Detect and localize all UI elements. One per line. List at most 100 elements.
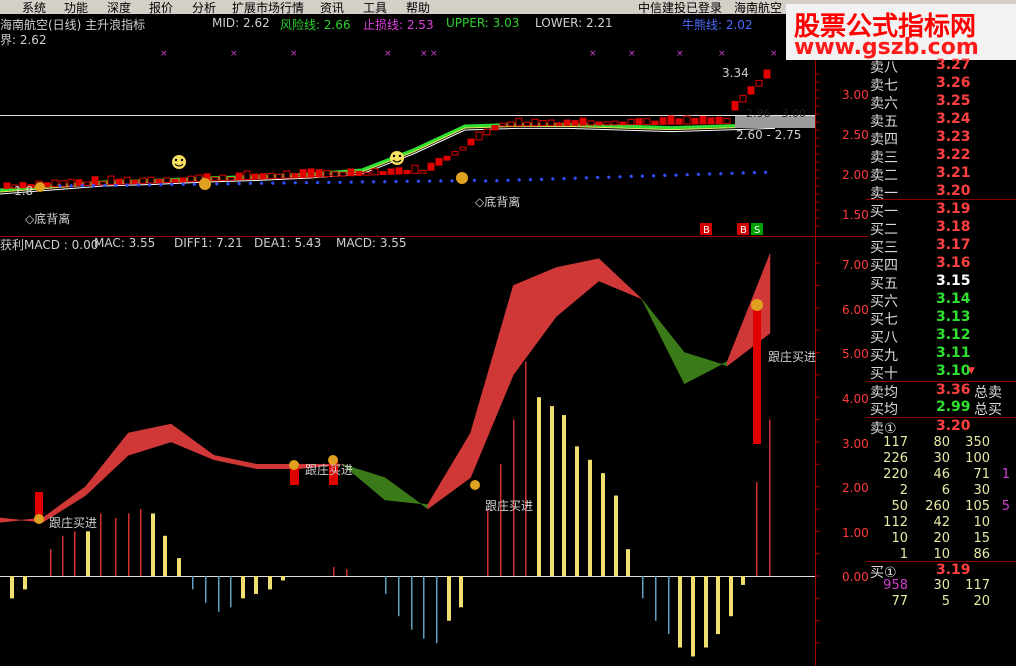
sell1-row: 卖① 3.20	[868, 418, 1016, 437]
queue-volume: 1	[1001, 467, 1010, 482]
order-level-price: 3.13	[936, 309, 971, 325]
queue-volume: 20	[933, 531, 950, 546]
y-tick: 3.00	[842, 437, 869, 451]
ask-row: 卖八 3.27	[868, 57, 1016, 76]
lower-label: LOWER: 2.21	[535, 16, 613, 30]
dot	[450, 179, 454, 183]
macd-bar	[729, 576, 733, 617]
candle	[763, 69, 771, 79]
sell-queue-row: 50 260 105 5	[868, 499, 1016, 516]
order-level-price: 3.19	[936, 201, 971, 217]
queue-volume: 220	[883, 467, 908, 482]
bid-row: 买五 3.15	[868, 273, 1016, 292]
candle	[171, 178, 179, 183]
y-tick: 5.00	[842, 347, 869, 361]
queue-volume: 71	[973, 467, 990, 482]
avg-sell-row: 卖均 3.36 总卖	[868, 382, 1016, 401]
queue-volume: 42	[933, 515, 950, 530]
order-level-price: 3.23	[936, 129, 971, 145]
candle	[691, 117, 699, 125]
candle	[131, 179, 139, 185]
queue-volume: 10	[973, 515, 990, 530]
marker-x: ×	[676, 49, 684, 59]
buy-queue-row: 958 30 117	[868, 578, 1016, 595]
queue-volume: 86	[973, 547, 990, 562]
order-level-price: 3.24	[936, 111, 971, 127]
y-tick: 4.00	[842, 392, 869, 406]
candle	[331, 171, 339, 177]
queue-volume: 30	[973, 483, 990, 498]
macd-bar	[601, 473, 605, 576]
dot	[80, 184, 84, 188]
dot	[394, 179, 398, 184]
marker-x: ×	[430, 49, 438, 59]
dot	[159, 183, 163, 187]
macd-bar	[230, 576, 232, 608]
coin-icon	[199, 178, 211, 190]
dot	[663, 173, 667, 177]
dot	[484, 179, 488, 183]
bid-row: 买九 3.11	[868, 345, 1016, 364]
candle	[179, 177, 187, 183]
order-level-price: 3.12	[936, 327, 971, 343]
marker-x: ×	[420, 49, 428, 59]
candle	[563, 119, 571, 126]
y-tick: 0.00	[842, 570, 869, 584]
low-price: 1.8	[14, 184, 34, 198]
candle	[299, 169, 307, 178]
order-level-label: 买六	[870, 294, 898, 310]
queue-volume: 226	[883, 451, 908, 466]
macd-bar	[575, 446, 579, 576]
dot	[764, 170, 768, 174]
candle	[371, 168, 379, 176]
chart-area: × × × × × × × × × × × B B S	[0, 14, 868, 666]
dot	[170, 182, 174, 187]
dot	[338, 180, 342, 184]
marker-x: ×	[589, 49, 597, 59]
dot	[730, 171, 734, 175]
queue-volume: 5	[1001, 499, 1010, 514]
queue-volume: 30	[933, 578, 950, 593]
order-level-label: 卖三	[870, 150, 898, 166]
dot	[573, 176, 577, 180]
candle	[755, 79, 763, 87]
sell-queue-row: 2 6 30	[868, 483, 1016, 500]
mac-label: MAC: 3.55	[94, 236, 156, 250]
y-tick: 2.00	[842, 481, 869, 495]
candle	[115, 178, 123, 185]
order-level-label: 买三	[870, 240, 898, 256]
order-level-label: 卖七	[870, 78, 898, 94]
candle	[483, 128, 491, 136]
dot	[360, 180, 364, 184]
macd-bar	[100, 513, 102, 576]
dot	[383, 180, 387, 184]
candle	[683, 115, 691, 125]
candle	[123, 176, 131, 185]
candle	[155, 178, 163, 184]
y-tick: 2.00	[842, 168, 869, 182]
queue-volume: 6	[941, 483, 950, 498]
dot	[316, 181, 320, 185]
dot	[148, 183, 152, 187]
scroll-down-icon[interactable]: ▼	[968, 366, 975, 376]
divergence-label: ◇底背离	[475, 195, 521, 209]
macd-bar	[642, 576, 644, 599]
marker-x: ×	[230, 49, 238, 59]
queue-volume: 10	[933, 547, 950, 562]
order-level-price: 3.20	[936, 183, 971, 199]
candle	[323, 170, 331, 178]
sell-queue-row: 117 80 350	[868, 435, 1016, 452]
candle	[627, 118, 635, 126]
candle	[403, 169, 411, 175]
macd-bar	[128, 513, 130, 576]
candle	[283, 170, 291, 179]
dot	[103, 183, 107, 187]
risk-line-label: 风险线: 2.66	[280, 18, 351, 32]
signal-b-box: B	[700, 223, 712, 236]
macd-bar	[163, 535, 167, 576]
top-markers: × × × × × × × × × × ×	[160, 49, 778, 59]
dot	[327, 180, 331, 184]
macd-bar	[192, 576, 194, 590]
high-price: 3.34	[722, 66, 749, 80]
order-level-price: 3.22	[936, 147, 971, 163]
